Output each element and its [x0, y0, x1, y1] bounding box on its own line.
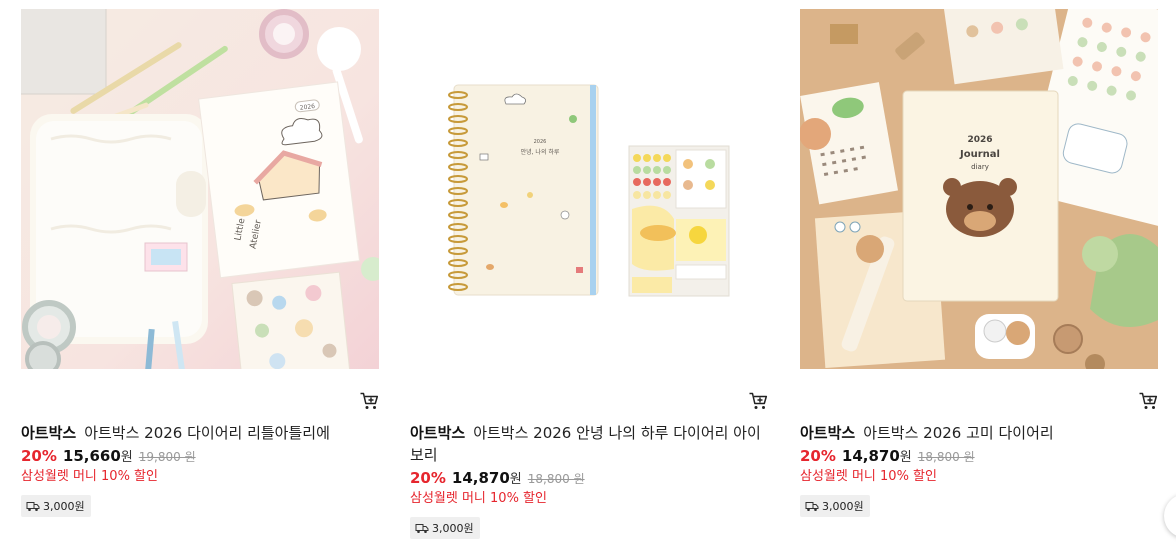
shipping-fee: 3,000원: [432, 522, 474, 535]
sale-price: 14,870: [841, 447, 900, 465]
original-price: 18,800 원: [527, 472, 585, 486]
cart-icon: [749, 392, 768, 409]
product-title[interactable]: 아트박스 아트박스 2026 다이어리 리틀아틀리에: [21, 422, 381, 444]
price-row: 20% 14,870원 18,800 원: [800, 446, 975, 465]
promo-text: 삼성월렛 머니 10% 할인: [800, 469, 937, 484]
shipping-fee: 3,000원: [43, 500, 85, 513]
discount-rate: 20%: [410, 469, 446, 487]
currency-unit: 원: [120, 450, 133, 465]
product-name[interactable]: 아트박스 2026 다이어리 리틀아틀리에: [84, 424, 330, 442]
discount-rate: 20%: [800, 447, 836, 465]
add-to-cart-button[interactable]: [1138, 391, 1158, 411]
svg-text:2026: 2026: [967, 135, 992, 145]
shipping-badge: 3,000원: [800, 495, 870, 517]
svg-text:2026: 2026: [534, 139, 547, 145]
promo-text: 삼성월렛 머니 10% 할인: [21, 469, 158, 484]
product-name[interactable]: 아트박스 2026 고미 다이어리: [863, 424, 1053, 442]
promo-text: 삼성월렛 머니 10% 할인: [410, 491, 547, 506]
add-to-cart-button[interactable]: [748, 391, 768, 411]
discount-rate: 20%: [21, 447, 57, 465]
shipping-badge: 3,000원: [410, 517, 480, 539]
product-image[interactable]: 2026 Journal diary: [800, 9, 1158, 369]
svg-text:diary: diary: [971, 163, 989, 171]
product-image[interactable]: 2026 안녕, 나의 하루: [410, 9, 768, 369]
product-title[interactable]: 아트박스 아트박스 2026 고미 다이어리: [800, 422, 1160, 444]
shipping-fee: 3,000원: [822, 500, 864, 513]
product-title[interactable]: 아트박스 아트박스 2026 안녕 나의 하루 다이어리 아이보리: [410, 422, 770, 466]
truck-icon: [805, 501, 819, 511]
currency-unit: 원: [899, 450, 912, 465]
price-row: 20% 15,660원 19,800 원: [21, 446, 196, 465]
truck-icon: [415, 523, 429, 533]
brand-name[interactable]: 아트박스: [21, 424, 76, 442]
price-row: 20% 14,870원 18,800 원: [410, 468, 585, 487]
original-price: 19,800 원: [138, 450, 196, 464]
sale-price: 14,870: [451, 469, 510, 487]
original-price: 18,800 원: [917, 450, 975, 464]
brand-name[interactable]: 아트박스: [410, 424, 465, 442]
cart-icon: [360, 392, 379, 409]
carousel-next-button[interactable]: [1164, 494, 1176, 538]
shipping-badge: 3,000원: [21, 495, 91, 517]
truck-icon: [26, 501, 40, 511]
cart-icon: [1139, 392, 1158, 409]
svg-text:Journal: Journal: [959, 149, 1000, 160]
svg-text:안녕, 나의 하루: 안녕, 나의 하루: [521, 148, 560, 156]
sale-price: 15,660: [62, 447, 121, 465]
add-to-cart-button[interactable]: [359, 391, 379, 411]
currency-unit: 원: [509, 472, 522, 487]
product-image[interactable]: 2026 Little Atelier: [21, 9, 379, 369]
brand-name[interactable]: 아트박스: [800, 424, 855, 442]
